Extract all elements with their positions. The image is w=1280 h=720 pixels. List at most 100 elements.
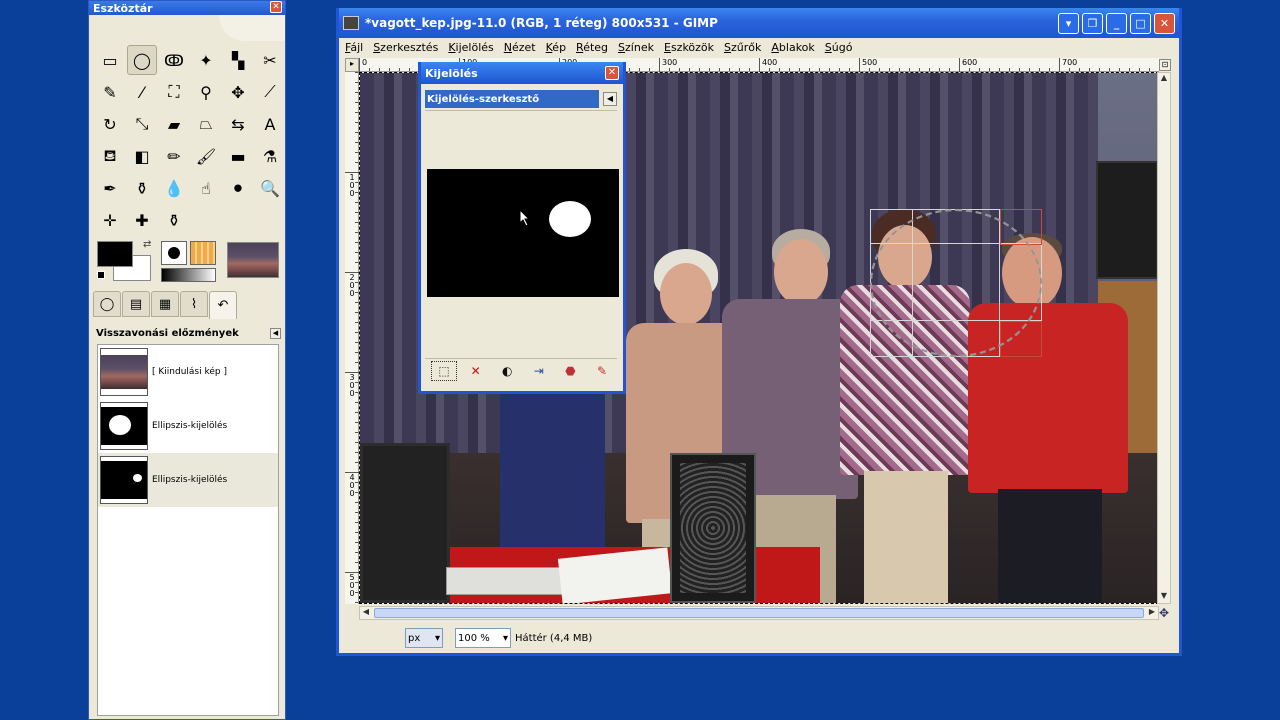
image-window-title: *vagott_kep.jpg-11.0 (RGB, 1 réteg) 800x… xyxy=(365,16,718,30)
undo-item-original[interactable]: [ Kiindulási kép ] xyxy=(98,345,278,399)
zoom-select[interactable]: 100 % ▾ xyxy=(455,628,511,648)
window-menu-button[interactable]: ▾ xyxy=(1058,13,1079,34)
foreground-color[interactable] xyxy=(97,241,133,267)
menu-item[interactable]: Kijelölés xyxy=(448,41,493,54)
heal-icon[interactable]: ✚ xyxy=(127,205,157,235)
ruler-tick-label: 300 xyxy=(659,58,677,72)
free-select-icon[interactable]: ↂ xyxy=(159,45,189,75)
ruler-tick-label: 700 xyxy=(1059,58,1077,72)
fuzzy-select-icon[interactable]: ✦ xyxy=(191,45,221,75)
menu-item[interactable]: Szűrők xyxy=(724,41,761,54)
color-select-icon[interactable]: ▚ xyxy=(223,45,253,75)
vertical-ruler[interactable]: 1 0 0 2 0 0 3 0 0 4 0 0 5 0 0 xyxy=(345,72,359,604)
bucket-fill-icon[interactable]: ⛾ xyxy=(95,141,125,171)
ellipse-selection[interactable] xyxy=(870,209,1042,357)
close-button[interactable]: ✕ xyxy=(1154,13,1175,34)
menu-item[interactable]: Réteg xyxy=(576,41,608,54)
menu-item[interactable]: Fájl xyxy=(345,41,363,54)
maximize-button[interactable]: □ xyxy=(1130,13,1151,34)
smudge-icon[interactable]: ☝ xyxy=(191,173,221,203)
menu-item[interactable]: Színek xyxy=(618,41,654,54)
blur-icon[interactable]: 💧 xyxy=(159,173,189,203)
menu-item[interactable]: Nézet xyxy=(504,41,536,54)
selection-preview[interactable] xyxy=(427,169,619,297)
toolbox-window: Eszköztár ✕ ▭ ◯ ↂ ✦ ▚ ✂ ✎ ⁄ ⛶ ⚲ ✥ ⟋ ↻ ⤡ ▰ ⏢ ⇆ A ⛾ ◧ ✏ 🖌 ▬ ⚗ ✒ ⚱ 💧 ☝… xyxy=(88,0,286,720)
quick-mask-corner[interactable]: ▸ xyxy=(345,58,359,72)
default-colors-icon[interactable] xyxy=(97,271,105,279)
scroll-left-icon[interactable]: ◀ xyxy=(360,607,372,619)
panel-menu-icon[interactable]: ◀ xyxy=(603,92,617,106)
selection-editor-close-button[interactable]: ✕ xyxy=(605,66,619,80)
brush-indicator[interactable] xyxy=(161,241,187,265)
magnify-icon[interactable]: 🔍 xyxy=(255,173,285,203)
undo-item-ellipse-1[interactable]: Ellipszis-kijelölés xyxy=(98,399,278,453)
paths-icon[interactable]: ✎ xyxy=(95,77,125,107)
tab-layers[interactable]: ▤ xyxy=(122,291,150,317)
unit-select[interactable]: px ▾ xyxy=(405,628,443,648)
tab-channels[interactable]: ▦ xyxy=(151,291,179,317)
unit-value: px xyxy=(408,632,421,644)
invert-selection-button[interactable]: ◐ xyxy=(494,361,520,381)
airbrush-icon[interactable]: ⚗ xyxy=(255,141,285,171)
stroke-selection-button[interactable]: ✎ xyxy=(589,361,615,381)
flip-icon[interactable]: ⇆ xyxy=(223,109,253,139)
color-picker-icon[interactable]: ⁄ xyxy=(127,77,157,107)
scroll-down-icon[interactable]: ▼ xyxy=(1158,591,1170,603)
swap-colors-icon[interactable]: ⇄ xyxy=(143,239,151,250)
window-restore-button[interactable]: ❐ xyxy=(1082,13,1103,34)
eraser-icon[interactable]: ▬ xyxy=(223,141,253,171)
blend-icon[interactable]: ◧ xyxy=(127,141,157,171)
menu-item[interactable]: Eszközök xyxy=(664,41,714,54)
measure-icon[interactable]: ⚲ xyxy=(191,77,221,107)
select-none-button[interactable]: ✕ xyxy=(463,361,489,381)
scroll-up-icon[interactable]: ▲ xyxy=(1158,73,1170,85)
tab-undo-history[interactable]: ↶ xyxy=(209,291,237,319)
perspective-icon[interactable]: ⏢ xyxy=(191,109,221,139)
pencil-icon[interactable]: ✏ xyxy=(159,141,189,171)
rect-select-icon[interactable]: ▭ xyxy=(95,45,125,75)
to-path-button[interactable]: ⬣ xyxy=(557,361,583,381)
rotate-icon[interactable]: ↻ xyxy=(95,109,125,139)
menu-item[interactable]: Súgó xyxy=(825,41,853,54)
shear-icon[interactable]: ▰ xyxy=(159,109,189,139)
image-window-title-bar[interactable]: *vagott_kep.jpg-11.0 (RGB, 1 réteg) 800x… xyxy=(339,8,1179,38)
undo-item-ellipse-2[interactable]: Ellipszis-kijelölés xyxy=(98,453,278,507)
toolbox-title-bar[interactable]: Eszköztár xyxy=(89,1,285,15)
text-icon[interactable]: A xyxy=(255,109,285,139)
dodge-burn-icon[interactable]: ⚫ xyxy=(223,173,253,203)
toolbox-close-button[interactable]: ✕ xyxy=(270,1,282,13)
menu-item[interactable]: Ablakok xyxy=(771,41,814,54)
tab-paths[interactable]: ⌇ xyxy=(180,291,208,317)
save-to-channel-button[interactable]: ⇥ xyxy=(526,361,552,381)
pattern-indicator[interactable] xyxy=(190,241,216,265)
navigate-icon[interactable]: ✥ xyxy=(1157,606,1171,620)
tab-tool-options[interactable]: ◯ xyxy=(93,291,121,317)
selection-editor-title-bar[interactable]: Kijelölés xyxy=(421,62,623,84)
menu-item[interactable]: Szerkesztés xyxy=(373,41,438,54)
select-all-button[interactable]: ⬚ xyxy=(431,361,457,381)
scissors-icon[interactable]: ✂ xyxy=(255,45,285,75)
zoom-fit-icon[interactable]: ⊡ xyxy=(1159,59,1171,71)
photo-pc-tower xyxy=(670,453,756,603)
menu-item[interactable]: Kép xyxy=(546,41,566,54)
scale-icon[interactable]: ⤡ xyxy=(127,109,157,139)
zoom-move-icon[interactable]: ⛶ xyxy=(159,77,189,107)
scroll-thumb[interactable] xyxy=(374,608,1144,618)
ink-icon[interactable]: ✒ xyxy=(95,173,125,203)
ellipse-select-icon[interactable]: ◯ xyxy=(127,45,157,75)
align-icon[interactable]: ✛ xyxy=(95,205,125,235)
undo-panel-title: Visszavonási előzmények xyxy=(96,327,239,339)
move-icon[interactable]: ✥ xyxy=(223,77,253,107)
minimize-button[interactable]: _ xyxy=(1106,13,1127,34)
panel-menu-icon[interactable]: ◀ xyxy=(270,327,281,339)
vertical-scrollbar[interactable]: ▲ ▼ xyxy=(1157,72,1171,604)
paintbrush-icon[interactable]: 🖌 xyxy=(191,141,221,171)
status-bar: px ▾ 100 % ▾ Háttér (4,4 MB) xyxy=(339,626,1179,650)
horizontal-scrollbar[interactable]: ◀ ▶ xyxy=(359,606,1159,620)
gradient-indicator[interactable] xyxy=(161,268,216,282)
crop-icon[interactable]: ⟋ xyxy=(255,77,285,107)
selection-editor-tab[interactable]: Kijelölés-szerkesztő xyxy=(425,90,599,108)
active-image-thumbnail[interactable] xyxy=(227,242,279,278)
clone-icon[interactable]: ⚱ xyxy=(127,173,157,203)
perspective-clone-icon[interactable]: ⚱ xyxy=(159,205,189,235)
